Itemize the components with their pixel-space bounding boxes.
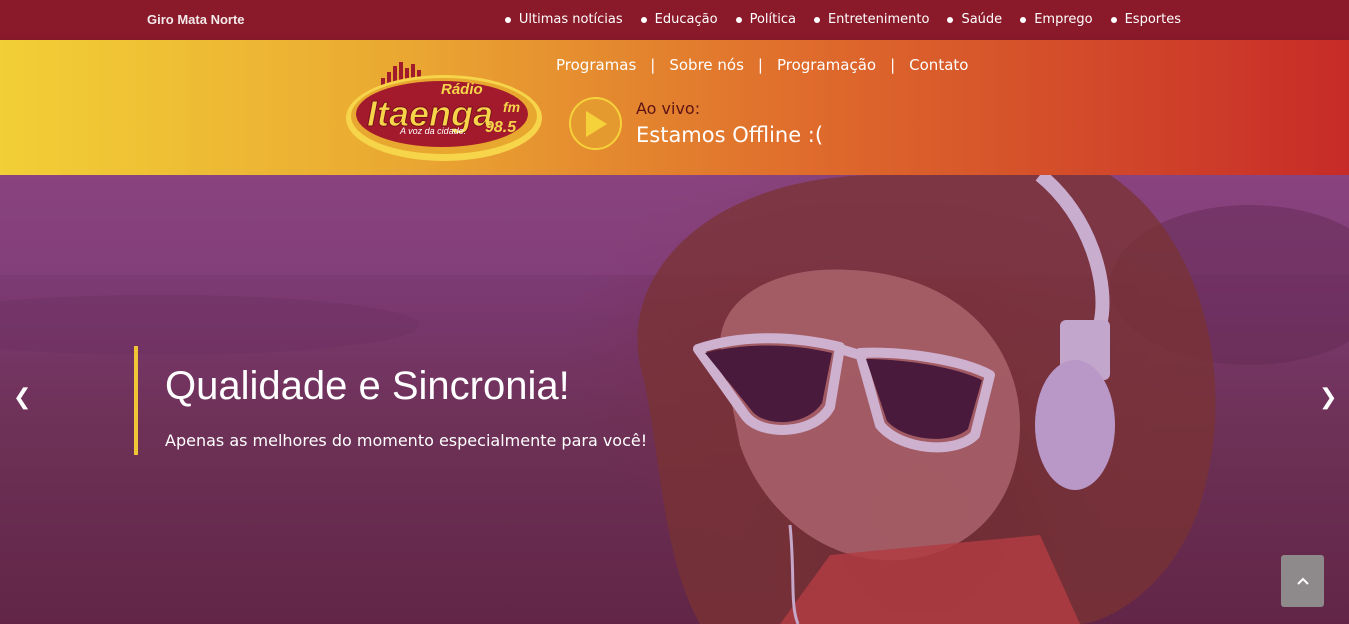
bullet-icon: [504, 16, 511, 23]
play-button[interactable]: [569, 97, 622, 150]
logo-slogan-text: A voz da cidade.: [399, 126, 466, 136]
nav-item-sobre-nos[interactable]: Sobre nós: [669, 56, 744, 74]
logo-fm-text: fm: [503, 99, 520, 115]
site-name-link[interactable]: Giro Mata Norte: [147, 12, 245, 27]
top-category-nav: Ultimas notícias Educação Política Entre…: [487, 12, 1181, 27]
topnav-item-ultimas[interactable]: Ultimas notícias: [504, 12, 623, 27]
nav-item-programas[interactable]: Programas: [556, 56, 636, 74]
nav-separator: |: [757, 56, 763, 74]
topnav-item-politica[interactable]: Política: [735, 12, 796, 27]
nav-separator: |: [890, 56, 896, 74]
bullet-icon: [947, 16, 954, 23]
chevron-up-icon: [1296, 577, 1309, 585]
hero-slider: Qualidade e Sincronia! Apenas as melhore…: [0, 175, 1349, 624]
live-label: Ao vivo:: [636, 99, 701, 118]
bullet-icon: [735, 16, 742, 23]
slider-next-button[interactable]: ❯: [1319, 385, 1337, 410]
bullet-icon: [1020, 16, 1027, 23]
nav-item-contato[interactable]: Contato: [909, 56, 968, 74]
nav-item-programacao[interactable]: Programação: [777, 56, 876, 74]
slide-caption: Qualidade e Sincronia! Apenas as melhore…: [134, 346, 647, 455]
topnav-item-educacao[interactable]: Educação: [640, 12, 718, 27]
radio-logo[interactable]: Rádio Itaenga fm 98.5 A voz da cidade.: [345, 60, 545, 165]
slide-subtitle: Apenas as melhores do momento especialme…: [165, 431, 648, 450]
slider-prev-button[interactable]: ❮: [13, 385, 31, 410]
topnav-item-emprego[interactable]: Emprego: [1020, 12, 1093, 27]
slide-title: Qualidade e Sincronia!: [165, 364, 570, 408]
live-status: Estamos Offline :(: [636, 123, 824, 147]
bullet-icon: [813, 16, 820, 23]
play-icon: [585, 110, 607, 137]
topnav-item-saude[interactable]: Saúde: [947, 12, 1002, 27]
scroll-to-top-button[interactable]: [1281, 555, 1324, 607]
topnav-item-esportes[interactable]: Esportes: [1110, 12, 1181, 27]
bullet-icon: [640, 16, 647, 23]
nav-separator: |: [650, 56, 656, 74]
main-nav: Programas | Sobre nós | Programação | Co…: [556, 56, 968, 74]
top-bar: Giro Mata Norte Ultimas notícias Educaçã…: [0, 0, 1349, 40]
bullet-icon: [1110, 16, 1117, 23]
topnav-item-entretenimento[interactable]: Entretenimento: [813, 12, 929, 27]
site-header: Rádio Itaenga fm 98.5 A voz da cidade. P…: [0, 40, 1349, 175]
logo-frequency-text: 98.5: [485, 119, 517, 136]
